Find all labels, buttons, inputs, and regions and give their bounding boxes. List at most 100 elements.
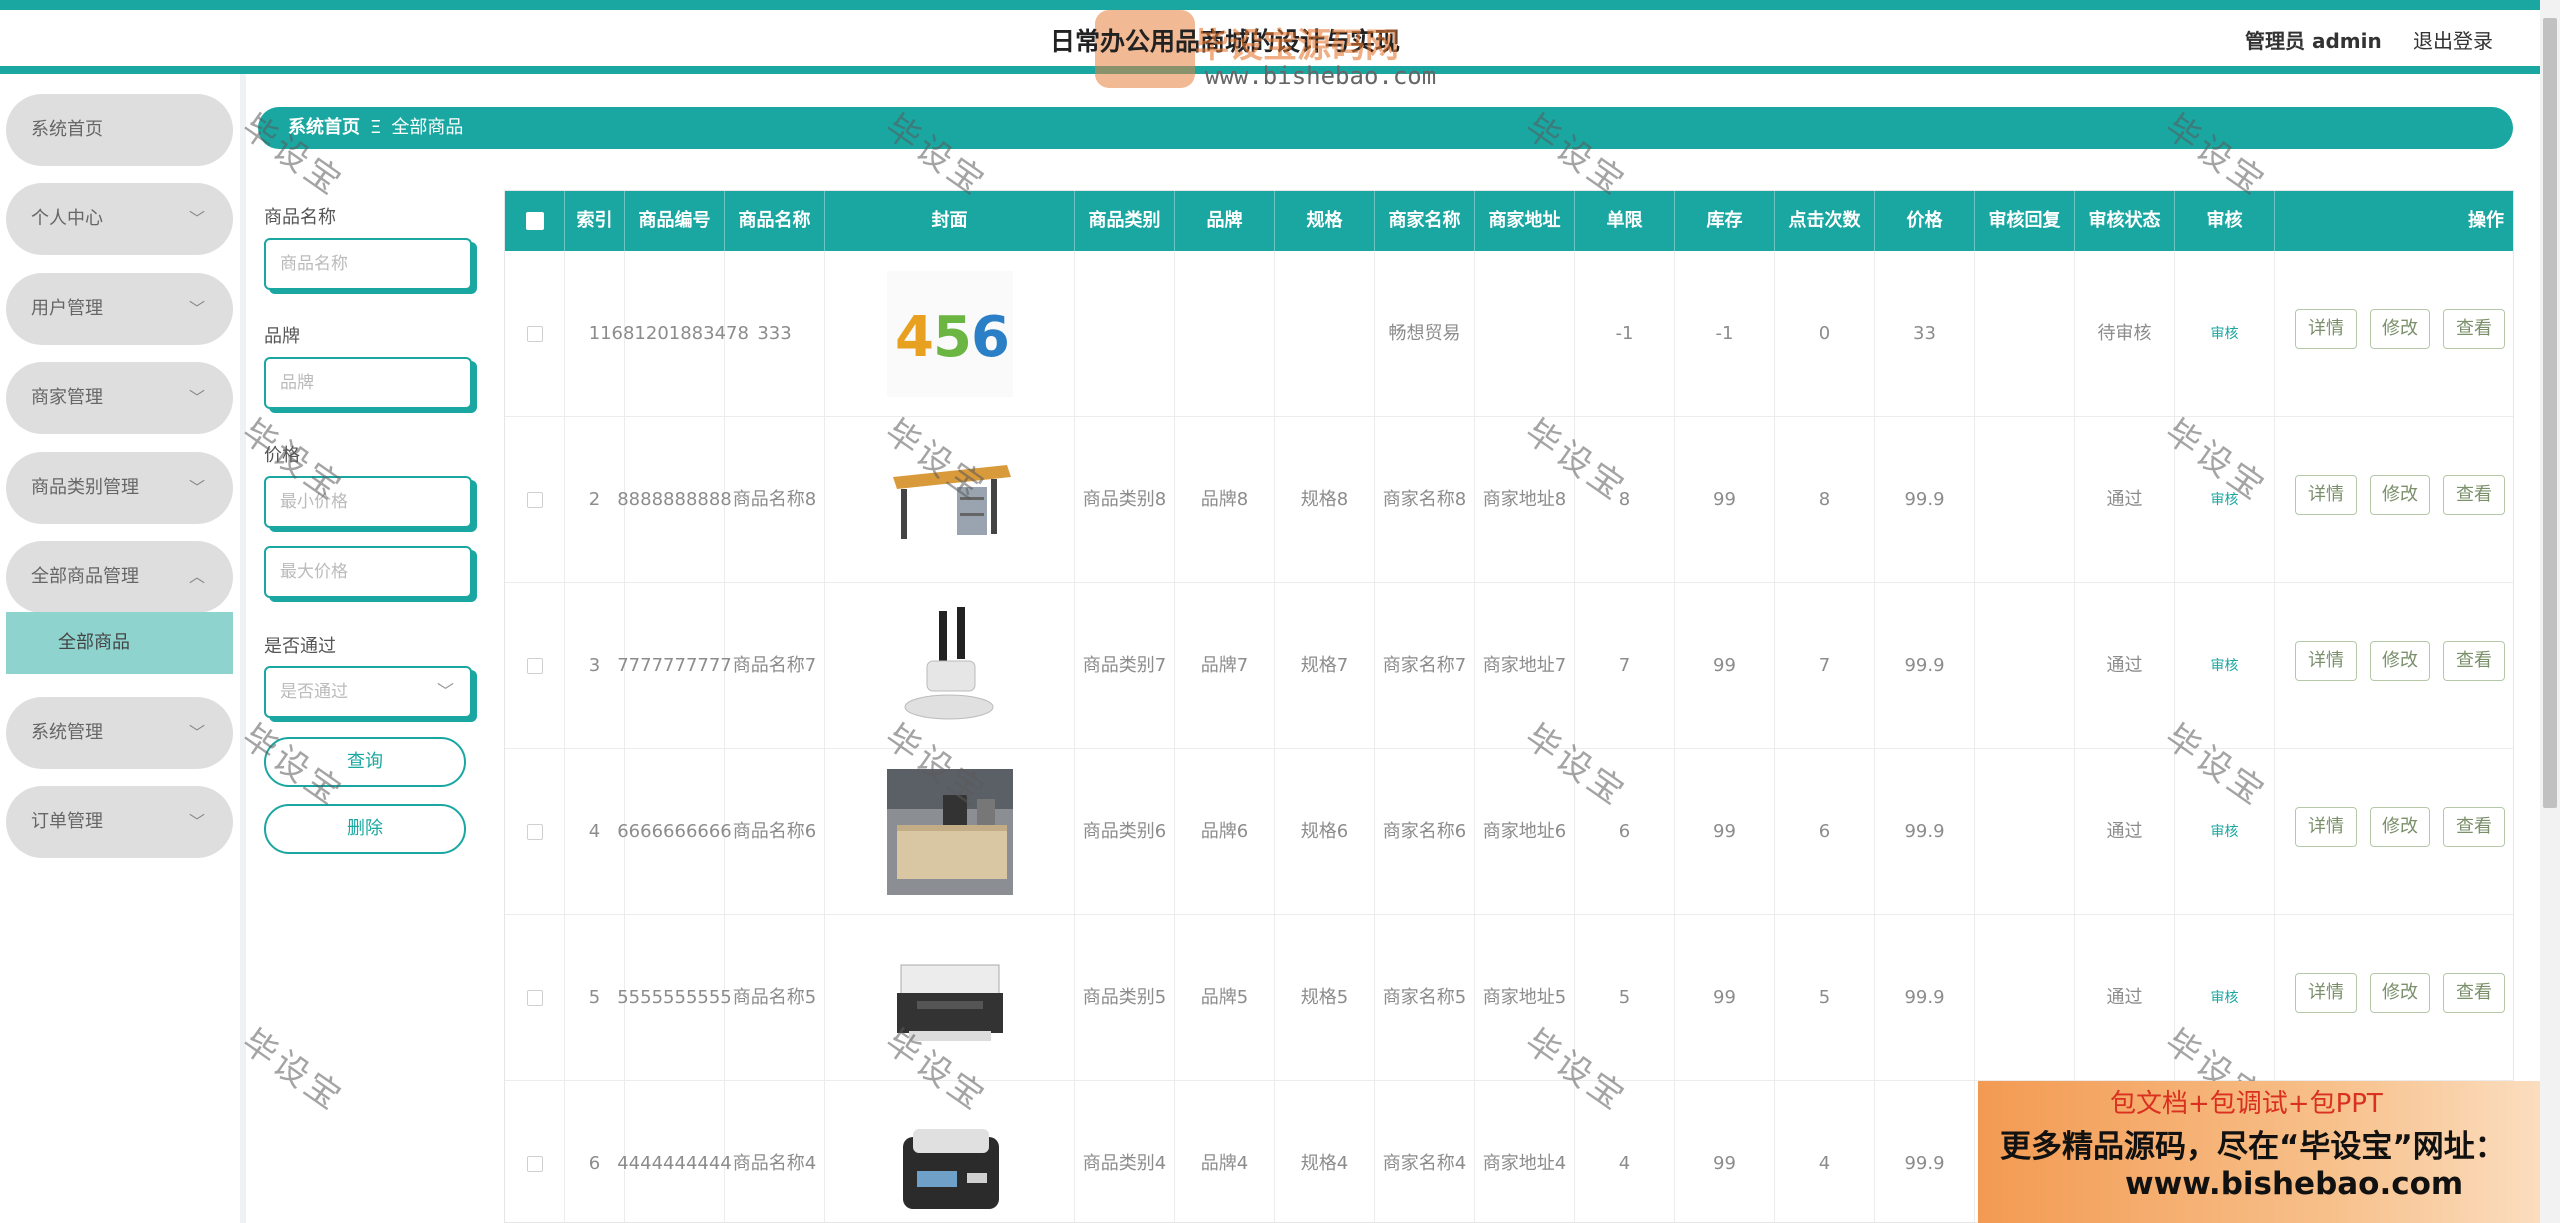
detail-button[interactable]: 详情 xyxy=(2295,475,2357,515)
cell-stock: 99 xyxy=(1675,583,1775,749)
sidebar-item-categories[interactable]: 商品类别管理 ﹀ xyxy=(6,452,233,524)
row-checkbox[interactable] xyxy=(526,824,543,840)
filter-name-label: 商品名称 xyxy=(264,207,336,228)
cell-category: 商品类别7 xyxy=(1075,583,1175,749)
cell-brand xyxy=(1175,251,1275,417)
scrollbar-thumb[interactable] xyxy=(2543,18,2557,808)
view-button[interactable]: 查看 xyxy=(2443,973,2505,1013)
cell-price: 99.9 xyxy=(1875,583,1975,749)
cell-clicks: 6 xyxy=(1775,749,1875,915)
sidebar-item-orders[interactable]: 订单管理 ﹀ xyxy=(6,786,233,858)
audit-link[interactable]: 审核 xyxy=(2211,652,2239,680)
audit-cell: 审核 xyxy=(2175,251,2275,417)
row-checkbox[interactable] xyxy=(526,1156,543,1172)
row-select-cell xyxy=(505,749,565,915)
sidebar-subitem-all-products[interactable]: 全部商品 xyxy=(6,612,233,674)
cell-code: 4444444444 xyxy=(617,1081,732,1222)
column-header: 审核回复 xyxy=(1975,191,2075,251)
cell-brand: 品牌7 xyxy=(1175,583,1275,749)
row-select-cell xyxy=(505,417,565,583)
view-button[interactable]: 查看 xyxy=(2443,475,2505,515)
sidebar-item-label: 订单管理 xyxy=(31,811,103,832)
cell-spec: 规格8 xyxy=(1275,417,1375,583)
cell-name: 商品名称6 xyxy=(725,749,825,915)
pass-status-select[interactable]: 是否通过 ﹀ xyxy=(264,666,472,718)
column-header: 商品类别 xyxy=(1075,191,1175,251)
cell-price: 99.9 xyxy=(1875,915,1975,1081)
cell-clicks: 5 xyxy=(1775,915,1875,1081)
edit-button[interactable]: 修改 xyxy=(2370,973,2430,1013)
cell-spec: 规格6 xyxy=(1275,749,1375,915)
cell-clicks: 0 xyxy=(1775,251,1875,417)
edit-button[interactable]: 修改 xyxy=(2370,807,2430,847)
chevron-down-icon: ﹀ xyxy=(437,682,454,702)
cell-name: 333 xyxy=(725,251,825,417)
breadcrumb-separator: Ξ xyxy=(370,117,382,138)
sidebar-item-personal[interactable]: 个人中心 ﹀ xyxy=(6,183,233,255)
sidebar-item-label: 系统管理 xyxy=(31,722,103,743)
column-header: 封面 xyxy=(825,191,1075,251)
sidebar-item-users[interactable]: 用户管理 ﹀ xyxy=(6,273,233,345)
row-checkbox[interactable] xyxy=(526,492,543,508)
detail-button[interactable]: 详情 xyxy=(2295,641,2357,681)
cell-index: 4 xyxy=(565,749,625,915)
logout-link[interactable]: 退出登录 xyxy=(2413,25,2493,54)
cell-stock: 99 xyxy=(1675,1081,1775,1222)
chevron-down-icon: ﹀ xyxy=(188,209,205,228)
cell-code: 8888888888 xyxy=(617,417,732,583)
watermark-text: 毕设宝 xyxy=(234,716,351,815)
actions-cell: 详情修改查看 xyxy=(2275,583,2513,749)
column-header: 商品名称 xyxy=(725,191,825,251)
sidebar-item-all-products[interactable]: 全部商品管理 ︿ xyxy=(6,541,233,613)
chevron-down-icon: ﹀ xyxy=(188,478,205,497)
delete-button[interactable]: 删除 xyxy=(264,804,466,854)
brand-input[interactable] xyxy=(264,357,472,409)
svg-text:4: 4 xyxy=(895,305,934,370)
cell-address: 商家地址4 xyxy=(1475,1081,1575,1222)
sidebar-item-system[interactable]: 系统管理 ﹀ xyxy=(6,697,233,769)
chevron-down-icon: ﹀ xyxy=(188,723,205,742)
edit-button[interactable]: 修改 xyxy=(2370,475,2430,515)
sidebar-item-home[interactable]: 系统首页 xyxy=(6,94,233,166)
sidebar-item-label: 个人中心 xyxy=(31,208,103,229)
sidebar-item-merchants[interactable]: 商家管理 ﹀ xyxy=(6,362,233,434)
cover-cell: 456 xyxy=(825,251,1075,417)
product-name-input[interactable] xyxy=(264,238,472,290)
row-checkbox[interactable] xyxy=(526,658,543,674)
sidebar-item-label: 用户管理 xyxy=(31,298,103,319)
view-button[interactable]: 查看 xyxy=(2443,309,2505,349)
detail-button[interactable]: 详情 xyxy=(2295,807,2357,847)
view-button[interactable]: 查看 xyxy=(2443,641,2505,681)
detail-button[interactable]: 详情 xyxy=(2295,309,2357,349)
max-price-input[interactable] xyxy=(264,546,472,598)
audit-link[interactable]: 审核 xyxy=(2211,818,2239,846)
actions-cell: 详情修改查看 xyxy=(2275,749,2513,915)
breadcrumb-current: 全部商品 xyxy=(391,117,464,138)
cell-category: 商品类别4 xyxy=(1075,1081,1175,1222)
edit-button[interactable]: 修改 xyxy=(2370,641,2430,681)
watermark-url: www.bishebao.com xyxy=(1205,62,1437,90)
view-button[interactable]: 查看 xyxy=(2443,807,2505,847)
audit-link[interactable]: 审核 xyxy=(2211,984,2239,1012)
cell-index: 6 xyxy=(565,1081,625,1222)
cell-status: 通过 xyxy=(2075,749,2175,915)
watermark-text: 毕设宝 xyxy=(234,1021,351,1120)
edit-button[interactable]: 修改 xyxy=(2370,309,2430,349)
cell-price: 33 xyxy=(1875,251,1975,417)
row-checkbox[interactable] xyxy=(526,326,543,342)
cell-spec: 规格5 xyxy=(1275,915,1375,1081)
detail-button[interactable]: 详情 xyxy=(2295,973,2357,1013)
cell-spec: 规格7 xyxy=(1275,583,1375,749)
cell-index: 2 xyxy=(565,417,625,583)
audit-link[interactable]: 审核 xyxy=(2211,320,2239,348)
pass-select-placeholder: 是否通过 xyxy=(280,682,348,702)
cell-spec xyxy=(1275,251,1375,417)
sidebar-item-label: 商家管理 xyxy=(31,387,103,408)
column-header: 审核状态 xyxy=(2075,191,2175,251)
promo-line-3: www.bishebao.com xyxy=(2125,1166,2464,1202)
select-all-checkbox[interactable] xyxy=(525,212,544,230)
column-header: 商品编号 xyxy=(625,191,725,251)
cell-brand: 品牌8 xyxy=(1175,417,1275,583)
watermark-brand: 毕设宝源码网 xyxy=(1195,26,1399,66)
row-checkbox[interactable] xyxy=(526,990,543,1006)
